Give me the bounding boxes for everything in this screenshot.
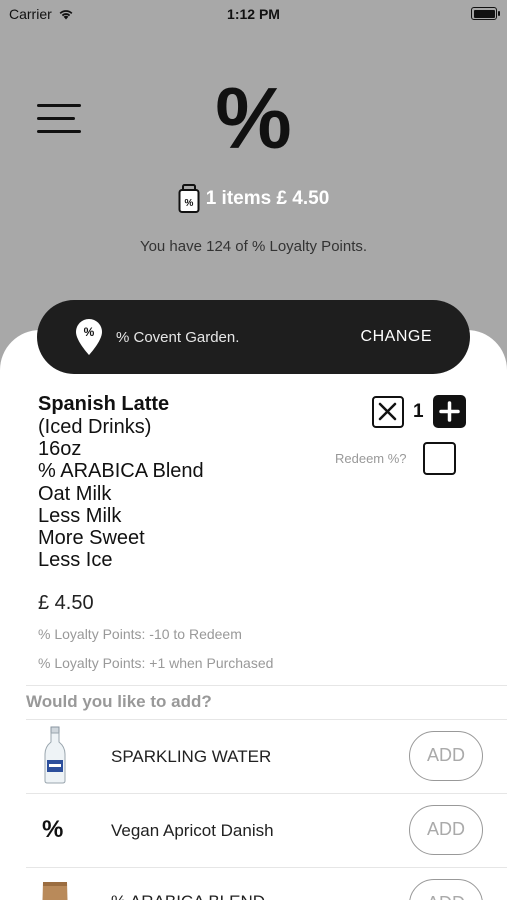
item-detail-line: More Sweet <box>38 527 145 550</box>
add-addon-button[interactable]: ADD <box>409 879 483 900</box>
addon-row: % ARABICA BLEND ADD <box>26 868 507 900</box>
loyalty-earn-info: % Loyalty Points: +1 when Purchased <box>38 655 274 671</box>
increase-quantity-button[interactable] <box>432 395 466 428</box>
divider <box>26 685 507 686</box>
item-detail-line: Less Ice <box>38 549 113 572</box>
loyalty-redeem-info: % Loyalty Points: -10 to Redeem <box>38 626 242 642</box>
store-name: % Covent Garden. <box>116 329 240 346</box>
item-detail-line: (Iced Drinks) <box>38 416 152 438</box>
change-store-button[interactable]: CHANGE <box>361 328 432 346</box>
redeem-checkbox[interactable] <box>422 442 456 475</box>
quantity-value: 1 <box>413 400 424 422</box>
status-bar: Carrier 1:12 PM <box>0 0 507 28</box>
bag-icon: % <box>178 184 200 213</box>
addon-name: Vegan Apricot Danish <box>111 821 274 840</box>
item-detail-line: Oat Milk <box>38 482 112 505</box>
item-detail-line: 16oz <box>38 438 82 461</box>
add-addon-button[interactable]: ADD <box>409 731 483 781</box>
addon-row: SPARKLING WATER ADD <box>26 720 507 794</box>
bag-badge: % <box>184 198 193 209</box>
item-name: Spanish Latte <box>38 393 170 415</box>
redeem-label: Redeem %? <box>335 451 407 466</box>
store-selector[interactable]: % % Covent Garden. CHANGE <box>37 300 470 374</box>
loyalty-points-text: You have 124 of % Loyalty Points. <box>139 238 368 255</box>
item-detail-line: Less Milk <box>38 504 122 527</box>
quantity-stepper: 1 <box>372 395 466 428</box>
water-bottle-icon <box>44 726 66 784</box>
remove-item-button[interactable] <box>372 395 404 428</box>
redeem-option: Redeem %? <box>335 442 456 475</box>
item-price: £ 4.50 <box>38 592 94 614</box>
brand-logo: % <box>215 71 292 167</box>
clock: 1:12 PM <box>227 6 280 22</box>
addon-name: % ARABICA BLEND <box>111 892 265 900</box>
addons-title: Would you like to add? <box>26 692 212 711</box>
close-icon <box>378 402 397 420</box>
location-pin-icon: % <box>76 319 102 355</box>
addon-row: % Vegan Apricot Danish ADD <box>26 794 507 868</box>
item-detail-line: % ARABICA Blend <box>38 460 204 483</box>
battery-icon <box>471 7 500 20</box>
cart-summary[interactable]: % 1 items £ 4.50 <box>0 184 507 214</box>
add-addon-button[interactable]: ADD <box>409 805 483 855</box>
item-details: (Iced Drinks) 16oz % ARABICA Blend Oat M… <box>38 416 204 571</box>
addon-name: SPARKLING WATER <box>111 747 272 766</box>
coffee-bag-icon <box>42 882 68 900</box>
cart-summary-text: 1 items £ 4.50 <box>205 188 330 209</box>
pin-label: % <box>84 325 95 339</box>
percent-logo-icon: % <box>42 816 64 843</box>
plus-icon <box>438 401 460 422</box>
